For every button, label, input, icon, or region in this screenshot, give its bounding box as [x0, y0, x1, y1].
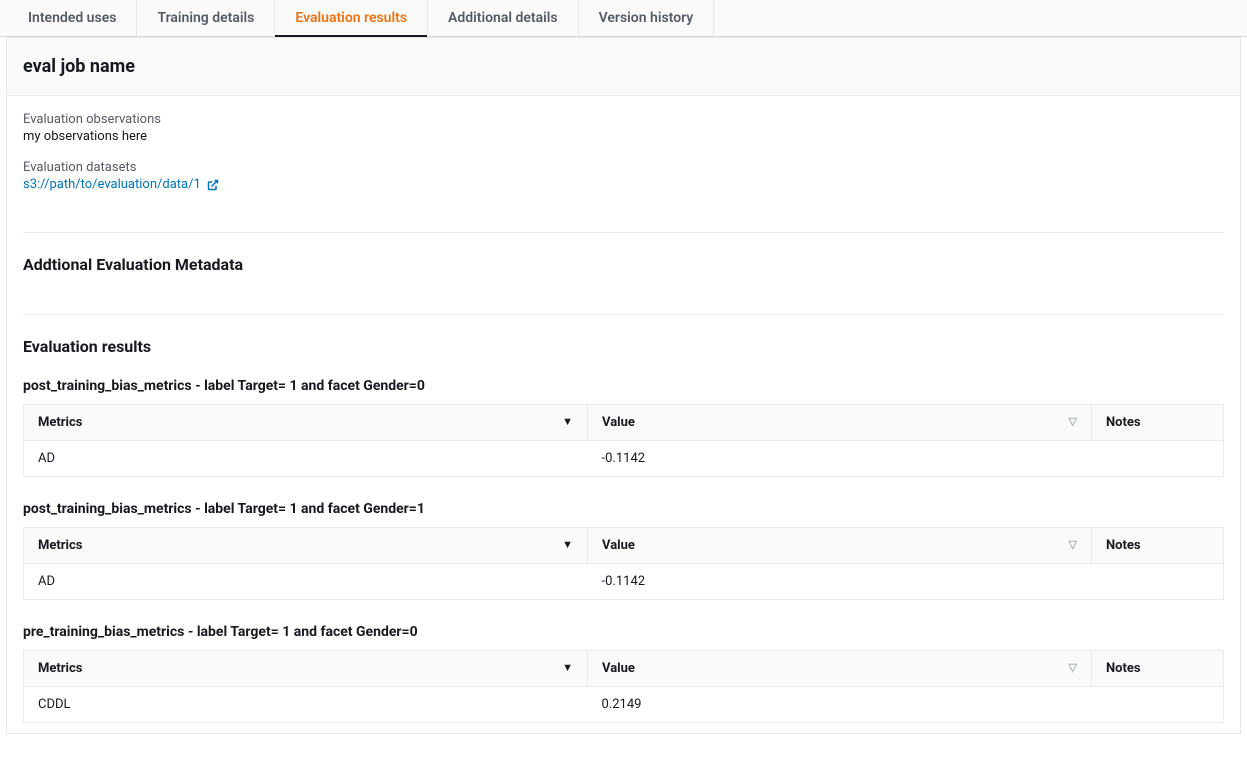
column-header-label: Metrics — [38, 661, 82, 676]
column-header-label: Value — [602, 538, 635, 553]
sort-icon: ▽ — [1069, 415, 1077, 428]
table-row: CDDL 0.2149 — [24, 687, 1224, 723]
cell-notes — [1092, 441, 1224, 477]
table-wrap: Metrics ▼ Value ▽ Notes AD -0.1142 — [7, 527, 1240, 610]
cell-value: -0.1142 — [588, 441, 1092, 477]
tab-training-details[interactable]: Training details — [137, 0, 275, 36]
metrics-table: Metrics ▼ Value ▽ Notes CDDL 0.2149 — [23, 650, 1224, 723]
column-header-notes[interactable]: Notes — [1092, 528, 1224, 564]
column-header-metrics[interactable]: Metrics ▼ — [24, 528, 588, 564]
table-header-row: Metrics ▼ Value ▽ Notes — [24, 528, 1224, 564]
tab-version-history[interactable]: Version history — [579, 0, 715, 36]
sort-desc-icon: ▼ — [562, 415, 573, 428]
column-header-label: Value — [602, 415, 635, 430]
panel-header: eval job name — [7, 38, 1240, 96]
column-header-label: Notes — [1106, 661, 1141, 676]
table-title: post_training_bias_metrics - label Targe… — [7, 487, 1240, 527]
column-header-label: Notes — [1106, 538, 1141, 553]
cell-notes — [1092, 687, 1224, 723]
cell-metric: CDDL — [24, 687, 588, 723]
divider — [23, 314, 1224, 315]
observations-label: Evaluation observations — [23, 112, 1224, 127]
tabs-bar: Intended uses Training details Evaluatio… — [0, 0, 1247, 37]
tab-additional-details[interactable]: Additional details — [428, 0, 579, 36]
column-header-notes[interactable]: Notes — [1092, 405, 1224, 441]
cell-value: -0.1142 — [588, 564, 1092, 600]
table-wrap: Metrics ▼ Value ▽ Notes AD -0.1142 — [7, 404, 1240, 487]
table-header-row: Metrics ▼ Value ▽ Notes — [24, 405, 1224, 441]
column-header-label: Notes — [1106, 415, 1141, 430]
column-header-metrics[interactable]: Metrics ▼ — [24, 405, 588, 441]
metrics-table: Metrics ▼ Value ▽ Notes AD -0.1142 — [23, 404, 1224, 477]
table-header-row: Metrics ▼ Value ▽ Notes — [24, 651, 1224, 687]
sort-desc-icon: ▼ — [562, 661, 573, 674]
column-header-label: Value — [602, 661, 635, 676]
column-header-value[interactable]: Value ▽ — [588, 651, 1092, 687]
divider — [23, 232, 1224, 233]
column-header-label: Metrics — [38, 538, 82, 553]
tab-intended-uses[interactable]: Intended uses — [8, 0, 137, 36]
column-header-notes[interactable]: Notes — [1092, 651, 1224, 687]
datasets-link[interactable]: s3://path/to/evaluation/data/1 — [23, 177, 219, 192]
table-row: AD -0.1142 — [24, 564, 1224, 600]
cell-metric: AD — [24, 441, 588, 477]
sort-icon: ▽ — [1069, 538, 1077, 551]
tab-evaluation-results[interactable]: Evaluation results — [275, 0, 428, 36]
external-link-icon — [207, 179, 219, 191]
cell-notes — [1092, 564, 1224, 600]
sort-icon: ▽ — [1069, 661, 1077, 674]
content-container: eval job name Evaluation observations my… — [6, 37, 1241, 734]
datasets-label: Evaluation datasets — [23, 160, 1224, 175]
datasets-link-text: s3://path/to/evaluation/data/1 — [23, 177, 201, 192]
metrics-table: Metrics ▼ Value ▽ Notes AD -0.1142 — [23, 527, 1224, 600]
sort-desc-icon: ▼ — [562, 538, 573, 551]
cell-value: 0.2149 — [588, 687, 1092, 723]
info-section: Evaluation observations my observations … — [7, 96, 1240, 224]
cell-metric: AD — [24, 564, 588, 600]
table-title: post_training_bias_metrics - label Targe… — [7, 364, 1240, 404]
table-row: AD -0.1142 — [24, 441, 1224, 477]
table-title: pre_training_bias_metrics - label Target… — [7, 610, 1240, 650]
additional-metadata-title: Addtional Evaluation Metadata — [7, 241, 1240, 282]
column-header-metrics[interactable]: Metrics ▼ — [24, 651, 588, 687]
column-header-value[interactable]: Value ▽ — [588, 528, 1092, 564]
evaluation-results-title: Evaluation results — [7, 323, 1240, 364]
column-header-value[interactable]: Value ▽ — [588, 405, 1092, 441]
column-header-label: Metrics — [38, 415, 82, 430]
table-wrap: Metrics ▼ Value ▽ Notes CDDL 0.2149 — [7, 650, 1240, 733]
observations-value: my observations here — [23, 129, 1224, 144]
page-title: eval job name — [23, 56, 1224, 77]
